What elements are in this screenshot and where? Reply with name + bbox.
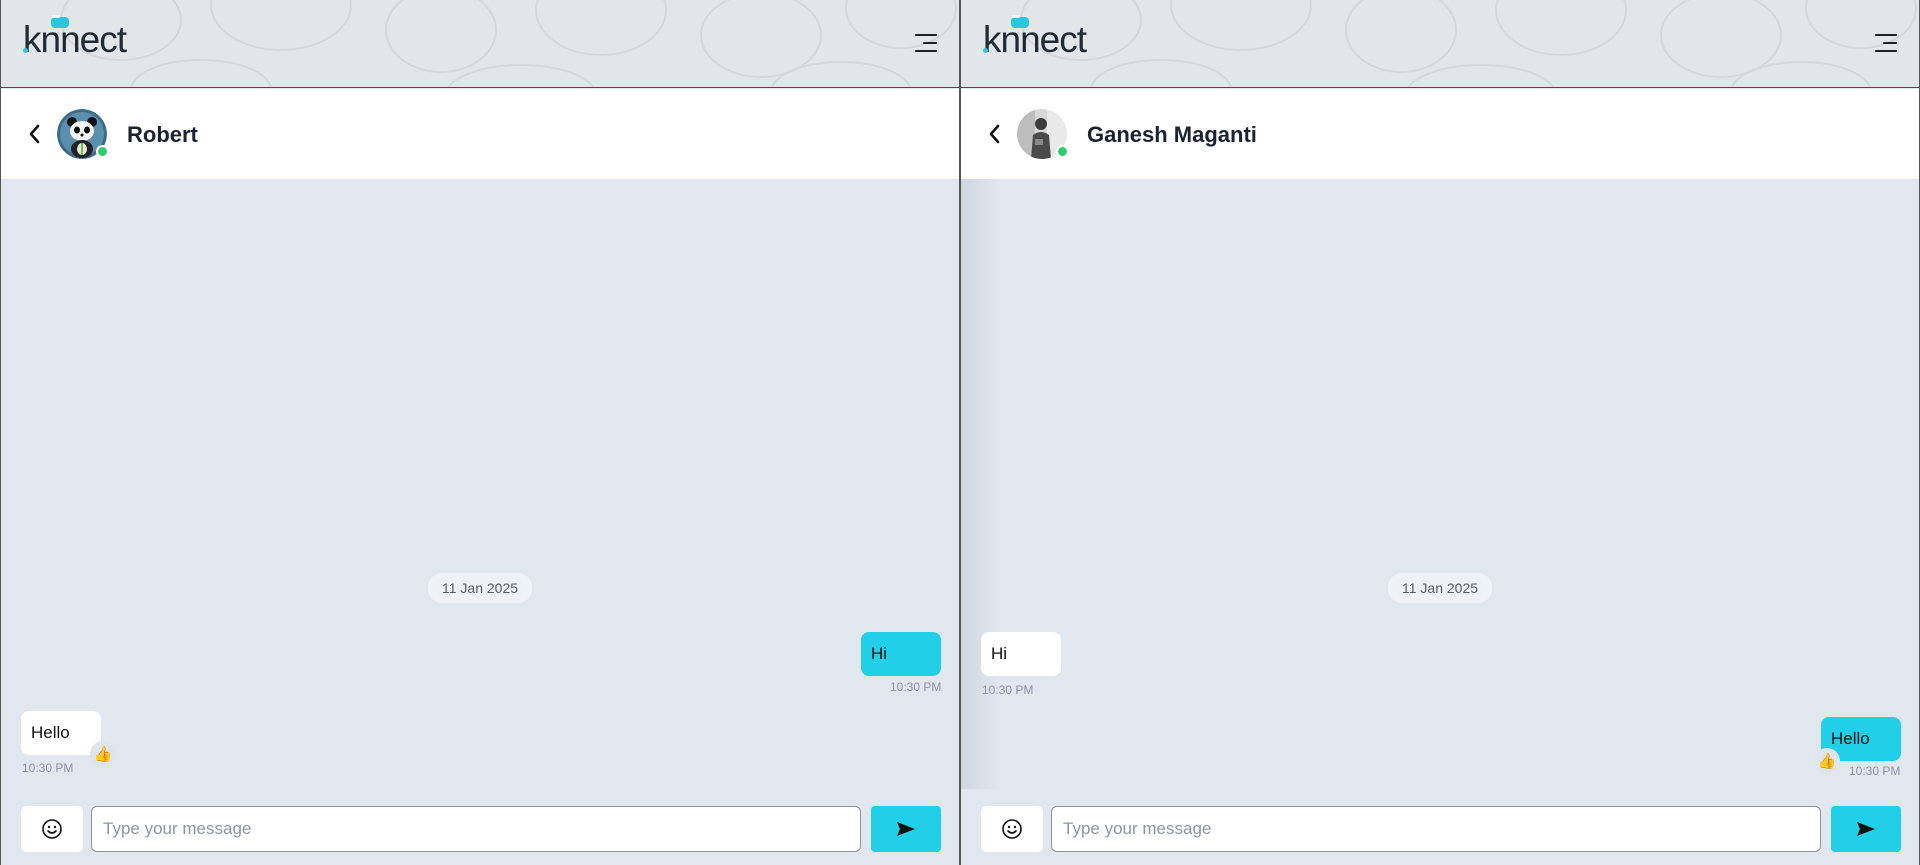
chat-pane-robert: knnect Robert 11 Jan 2025 Hi 10:30 PM xyxy=(0,0,960,865)
send-button[interactable] xyxy=(1831,806,1901,852)
message-input[interactable] xyxy=(1051,806,1821,852)
send-icon xyxy=(1857,822,1875,836)
online-status-dot xyxy=(96,145,109,158)
logo-chat-dots-icon xyxy=(51,12,69,28)
back-arrow-icon[interactable] xyxy=(985,121,1005,147)
contact-name: Robert xyxy=(127,122,198,147)
message-time: 10:30 PM xyxy=(22,761,74,775)
message-text: Hi xyxy=(991,644,1008,663)
message-time: 10:30 PM xyxy=(1849,764,1901,778)
online-status-dot xyxy=(1056,145,1069,158)
message-text: Hi xyxy=(871,644,888,663)
chat-pane-ganesh: knnect Ganesh Maganti 11 Jan 2025 Hi 10:… xyxy=(960,0,1920,865)
message-text: Hello xyxy=(1831,729,1870,748)
message-time: 10:30 PM xyxy=(982,683,1034,697)
contact-name: Ganesh Maganti xyxy=(1087,122,1257,147)
app-header: knnect xyxy=(1,0,959,88)
menu-icon[interactable] xyxy=(1873,32,1897,54)
emoji-button[interactable] xyxy=(21,806,83,852)
message-list[interactable]: 11 Jan 2025 Hi 10:30 PM Hello 👍 10:30 PM xyxy=(1,179,959,789)
date-separator: 11 Jan 2025 xyxy=(427,573,533,603)
thumbs-up-reaction-icon[interactable]: 👍 xyxy=(90,741,116,767)
back-arrow-icon[interactable] xyxy=(25,121,45,147)
background-pattern xyxy=(1020,0,1917,87)
send-button[interactable] xyxy=(871,806,941,852)
message-time: 10:30 PM xyxy=(890,680,942,694)
background-pattern xyxy=(60,0,957,87)
message-list[interactable]: 11 Jan 2025 Hi 10:30 PM Hello 👍 10:30 PM xyxy=(961,179,1919,789)
message-bubble-outgoing[interactable]: Hi xyxy=(861,632,941,676)
smiley-icon xyxy=(1002,819,1022,839)
logo-dot-icon xyxy=(983,48,988,53)
emoji-button[interactable] xyxy=(981,806,1043,852)
message-input[interactable] xyxy=(91,806,861,852)
thumbs-up-reaction-icon[interactable]: 👍 xyxy=(1814,748,1840,774)
menu-icon[interactable] xyxy=(913,32,937,54)
message-bubble-incoming[interactable]: Hello xyxy=(21,711,101,755)
app-header: knnect xyxy=(961,0,1919,88)
date-separator: 11 Jan 2025 xyxy=(1387,573,1493,603)
chat-header: Robert xyxy=(1,89,959,179)
chat-header: Ganesh Maganti xyxy=(961,89,1919,179)
logo-text: knnect xyxy=(23,19,127,60)
logo-text: knnect xyxy=(983,19,1087,60)
message-text: Hello xyxy=(31,723,70,742)
smiley-icon xyxy=(42,819,62,839)
send-icon xyxy=(897,822,915,836)
message-bubble-incoming[interactable]: Hi xyxy=(981,632,1061,676)
logo-dot-icon xyxy=(23,48,28,53)
logo-chat-dots-icon xyxy=(1011,12,1029,28)
